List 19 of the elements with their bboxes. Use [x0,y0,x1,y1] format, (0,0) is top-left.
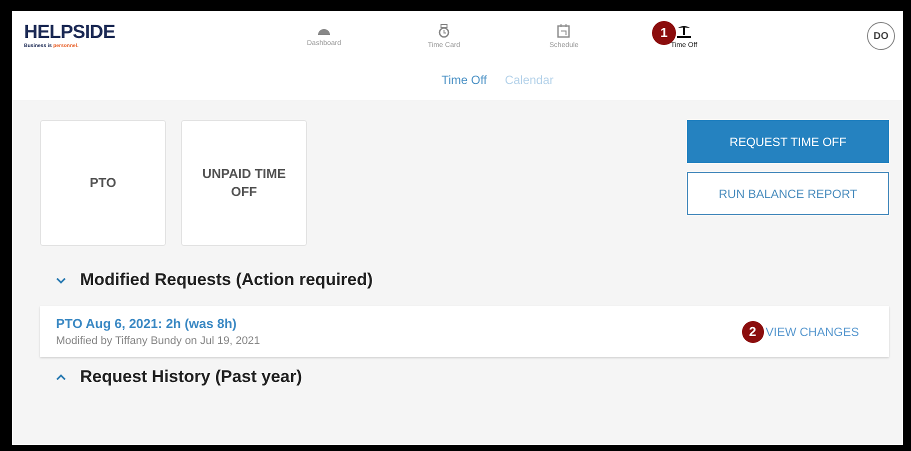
section-title: Request History (Past year) [80,367,302,387]
view-changes-link[interactable]: VIEW CHANGES [766,324,859,338]
chevron-icon[interactable] [56,374,66,380]
calendar-icon [557,24,570,38]
request-subtitle: Modified by Tiffany Bundy on Jul 19, 2021 [56,335,260,347]
balance-card[interactable]: PTO [40,120,166,246]
balance-label: PTO [90,174,116,192]
action-button[interactable]: REQUEST TIME OFF [687,120,889,163]
action-button[interactable]: RUN BALANCE REPORT [687,172,889,215]
timer-icon [438,24,450,38]
balance-label: UNPAID TIME OFF [201,165,287,201]
sub-tab[interactable]: Time Off [441,73,487,87]
logo-wordmark: HELPSIDE [24,23,116,43]
avatar[interactable]: DO [867,22,895,50]
chevron-icon[interactable] [56,276,66,284]
balance-card[interactable]: UNPAID TIME OFF [181,120,307,246]
section-title: Modified Requests (Action required) [80,270,373,290]
request-link[interactable]: PTO Aug 6, 2021: 2h (was 8h) [56,316,260,331]
callout-badge: 2 [742,320,764,342]
